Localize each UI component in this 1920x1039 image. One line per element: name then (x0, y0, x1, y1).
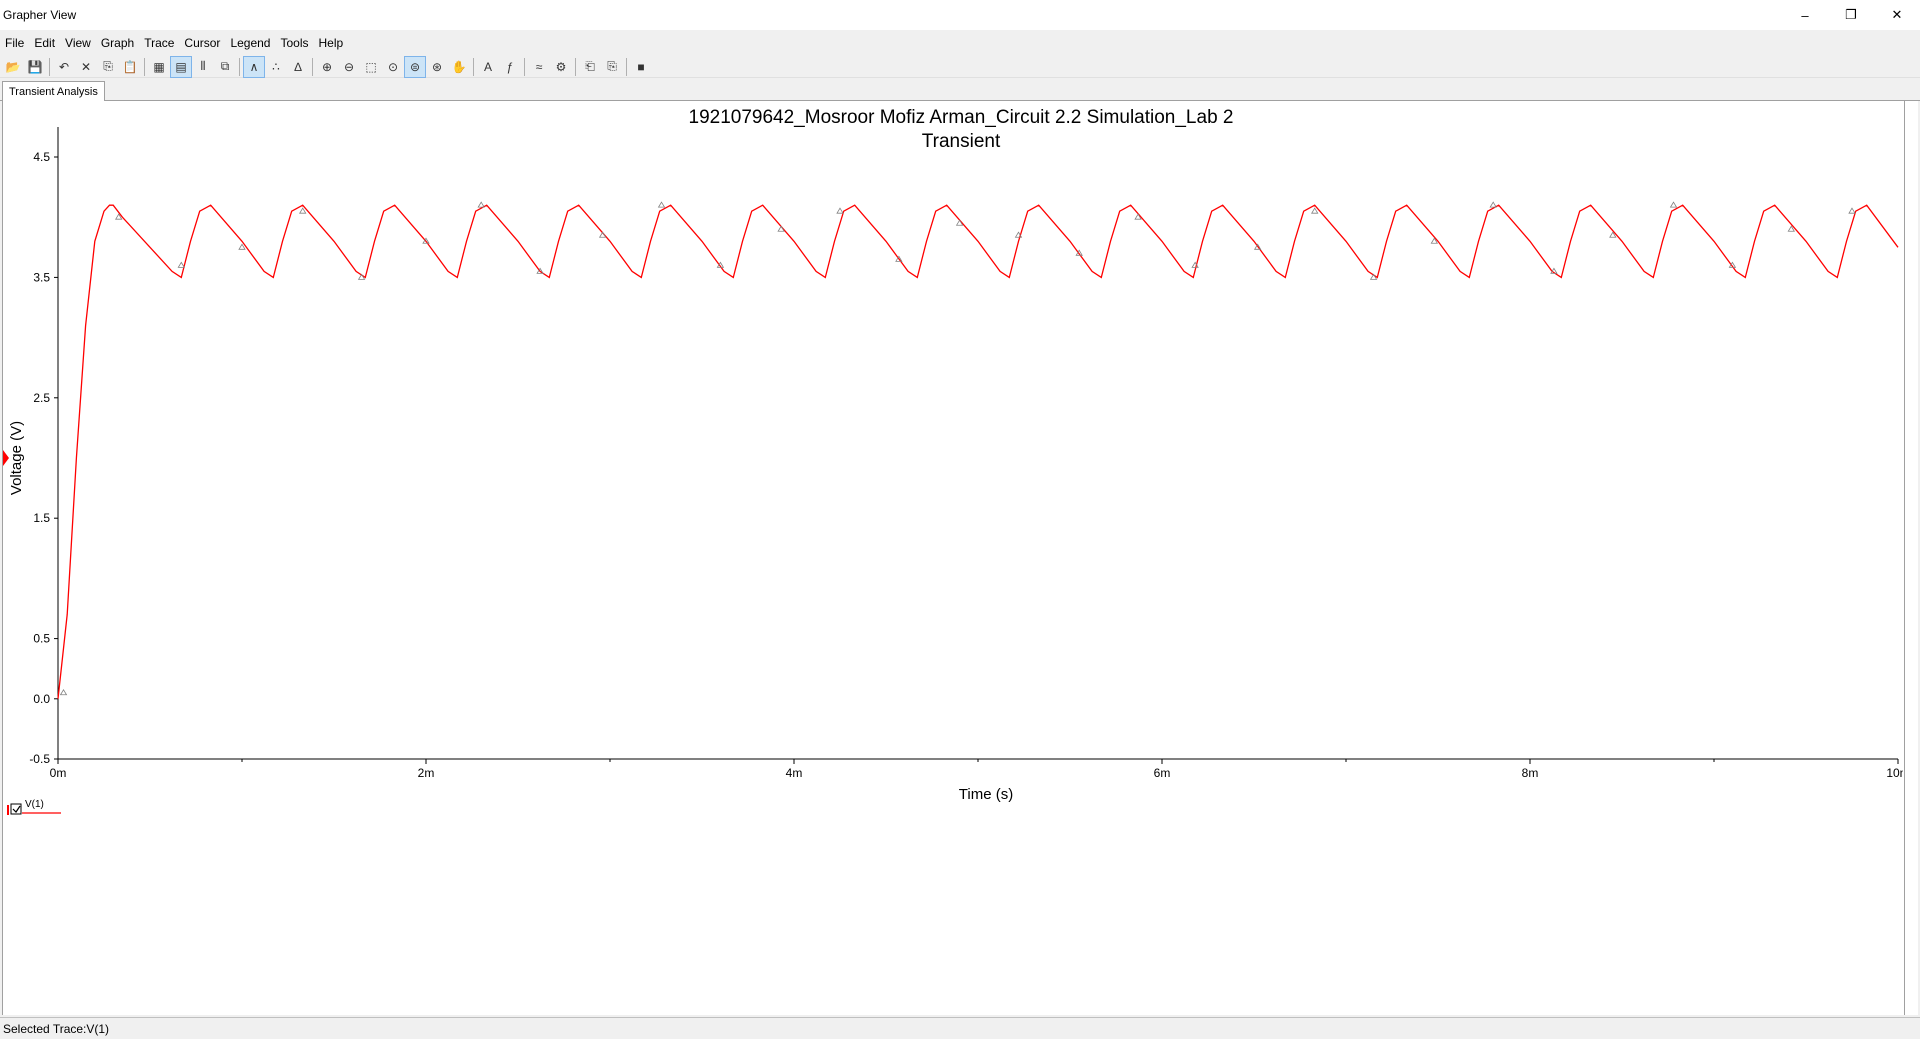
close-button[interactable]: ✕ (1874, 0, 1920, 30)
legend-toggle-icon[interactable]: ▤ (170, 55, 192, 78)
x-tick-label: 8m (1522, 766, 1539, 780)
window-controls: – ❐ ✕ (1782, 0, 1920, 30)
stop-icon[interactable]: ■ (630, 56, 652, 78)
menu-tools[interactable]: Tools (275, 36, 313, 50)
menu-edit[interactable]: Edit (29, 36, 60, 50)
copy-icon[interactable]: ⎘ (97, 56, 119, 78)
series-v1-marker (1669, 201, 1678, 208)
zoom-area-icon[interactable]: ⬚ (360, 56, 382, 78)
cursors-icon[interactable]: ⫴ (192, 56, 214, 78)
text-annotation-icon[interactable]: A (477, 56, 499, 78)
x-axis-label: Time (s) (959, 786, 1013, 803)
menu-view[interactable]: View (60, 36, 96, 50)
status-bar: Selected Trace:V(1) (0, 1017, 1920, 1039)
menu-bar: File Edit View Graph Trace Cursor Legend Tools H… (0, 33, 1920, 53)
undo-icon[interactable]: ↶ (53, 56, 75, 78)
chart-svg: 1921079642_Mosroor Mofiz Arman_Circuit 2… (3, 107, 1910, 815)
tab-strip: Transient Analysis (0, 81, 1920, 101)
series-v1-marker (1848, 207, 1856, 214)
toolbar-separator (575, 57, 576, 76)
menu-cursor[interactable]: Cursor (179, 36, 225, 50)
toolbar-separator (144, 57, 145, 76)
y-tick-label: 2.5 (33, 391, 50, 405)
toolbar-separator (473, 57, 474, 76)
series-v1-marker (836, 207, 844, 214)
menu-legend[interactable]: Legend (225, 36, 275, 50)
series-v1-marker (177, 261, 185, 268)
save-icon[interactable]: 💾 (24, 56, 46, 78)
add-trace-icon[interactable]: ≈ (528, 56, 550, 78)
zoom-out-icon[interactable]: ⊖ (338, 56, 360, 78)
x-tick-label: 0m (50, 766, 67, 780)
y-tick-label: 0.0 (33, 692, 50, 706)
series-v1-marker (657, 201, 666, 208)
toolbar-separator (239, 57, 240, 76)
minimize-button[interactable]: – (1782, 0, 1828, 30)
grid-icon[interactable]: ▦ (148, 56, 170, 78)
tab-transient-analysis[interactable]: Transient Analysis (2, 81, 105, 101)
chart-title: 1921079642_Mosroor Mofiz Arman_Circuit 2… (689, 107, 1234, 128)
zoom-y-icon[interactable]: ⊛ (426, 56, 448, 78)
series-v1-marker (59, 689, 68, 696)
menu-trace[interactable]: Trace (139, 36, 179, 50)
toolbar-separator (524, 57, 525, 76)
pan-icon[interactable]: ✋ (448, 56, 470, 78)
x-tick-label: 10m (1886, 766, 1903, 780)
x-tick-label: 6m (1154, 766, 1171, 780)
open-icon[interactable]: 📂 (2, 56, 24, 78)
grapher-window: Grapher View – ❐ ✕ File Edit View Graph Trac… (0, 0, 1920, 1039)
menu-file[interactable]: File (0, 36, 29, 50)
menu-graph[interactable]: Graph (96, 36, 139, 50)
toolbar-separator (626, 57, 627, 76)
export-icon[interactable]: ⎗ (579, 56, 601, 78)
plot-area[interactable]: 1921079642_Mosroor Mofiz Arman_Circuit 2… (2, 101, 1918, 1015)
paste-icon[interactable]: 📋 (119, 56, 141, 78)
toolbar: 📂 💾 ↶ ✕ ⎘ 📋 ▦ ▤ ⫴ ⧉ ∧ ∴ ∆ ⊕ ⊖ ⬚ ⊙ ⊜ ⊛ ✋ Aƒ ≈ ⚙ ⎗ ⎘ ■ (0, 55, 1920, 78)
zoom-full-icon[interactable]: ⊙ (382, 56, 404, 78)
trace-line-icon[interactable]: ∧ (243, 55, 265, 78)
toolbar-separator (312, 57, 313, 76)
vertical-scrollbar[interactable] (1904, 101, 1918, 1015)
y-tick-label: 1.5 (33, 511, 50, 525)
x-tick-label: 2m (418, 766, 435, 780)
formula-icon[interactable]: ƒ (499, 56, 521, 78)
x-tick-label: 4m (786, 766, 803, 780)
y-tick-label: 3.5 (33, 270, 50, 284)
y-axis-label: Voltage (V) (8, 421, 25, 495)
zoom-in-icon[interactable]: ⊕ (316, 56, 338, 78)
restore-button[interactable]: ❐ (1828, 0, 1874, 30)
series-v1-marker (477, 201, 485, 208)
series-v1-line[interactable] (57, 204, 1899, 699)
cut-icon[interactable]: ✕ (75, 56, 97, 78)
y-tick-label: 0.5 (33, 632, 50, 646)
status-text: Selected Trace:V(1) (3, 1021, 110, 1036)
trace-both-icon[interactable]: ∆ (287, 56, 309, 78)
legend-label: V(1) (25, 799, 44, 810)
trace-properties-icon[interactable]: ⚙ (550, 56, 572, 78)
title-bar: Grapher View – ❐ ✕ (0, 0, 1920, 30)
menu-help[interactable]: Help (314, 36, 349, 50)
y-tick-label: -0.5 (29, 752, 50, 766)
window-title: Grapher View (3, 8, 77, 22)
series-v1-marker (1311, 207, 1319, 214)
y-tick-label: 4.5 (33, 150, 50, 164)
series-v1-marker (1489, 201, 1497, 208)
export-excel-icon[interactable]: ⎘ (601, 56, 623, 78)
chart-subtitle: Transient (922, 131, 1001, 152)
zoom-x-icon[interactable]: ⊜ (404, 55, 426, 78)
toolbar-separator (49, 57, 50, 76)
series-v1-marker (299, 207, 307, 214)
overlay-icon[interactable]: ⧉ (214, 56, 236, 78)
trace-points-icon[interactable]: ∴ (265, 56, 287, 78)
